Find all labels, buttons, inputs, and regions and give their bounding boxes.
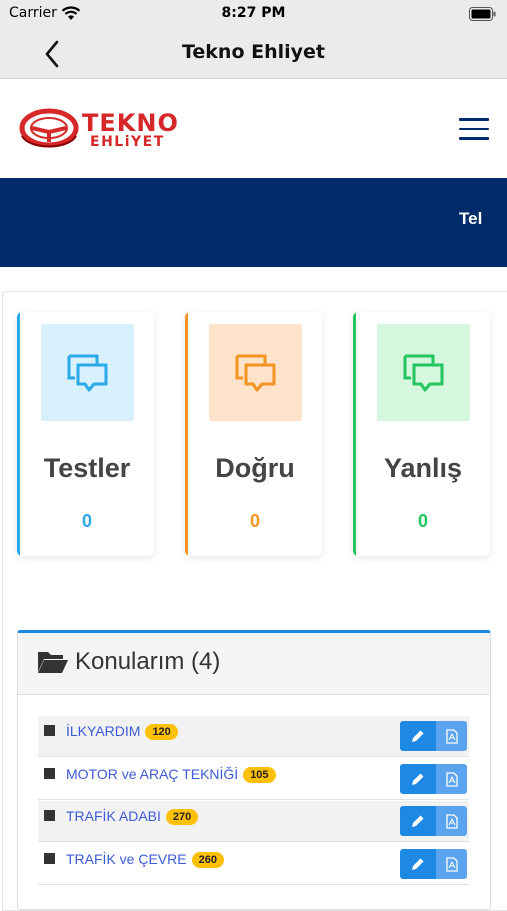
battery-icon <box>469 7 496 21</box>
topic-name[interactable]: TRAFİK ADABI <box>66 808 161 824</box>
banner-text: Tel <box>459 209 483 228</box>
topic-link[interactable]: İLKYARDIM 120 <box>66 723 178 740</box>
stat-label: Doğru <box>215 453 295 483</box>
square-bullet-icon <box>44 853 55 864</box>
topic-count-badge: 270 <box>165 809 199 825</box>
stat-value: 0 <box>81 511 92 531</box>
pdf-button[interactable] <box>436 764 467 794</box>
topic-count-badge: 105 <box>243 767 276 783</box>
hamburger-menu-button[interactable] <box>459 118 489 142</box>
hamburger-icon-line <box>459 127 489 130</box>
status-bar: Carrier 8:27 PM <box>0 0 507 28</box>
stat-icon-box <box>209 324 302 421</box>
pencil-icon <box>412 815 424 827</box>
navigation-bar: Tekno Ehliyet <box>0 28 507 79</box>
topic-count-badge: 120 <box>145 724 178 740</box>
topics-header: Konularım (4) <box>18 633 490 695</box>
edit-button[interactable] <box>400 721 436 751</box>
hamburger-icon-line <box>459 118 489 121</box>
stat-icon-box <box>41 324 134 421</box>
folder-open-icon <box>38 652 68 673</box>
stat-label: Yanlış <box>383 453 463 483</box>
edit-button[interactable] <box>400 806 436 836</box>
hamburger-icon-line <box>459 137 489 140</box>
stat-icon-box <box>377 324 470 421</box>
pdf-file-icon <box>445 813 458 829</box>
pdf-button[interactable] <box>436 721 467 751</box>
square-bullet-icon <box>44 768 55 779</box>
topic-row: MOTOR ve ARAÇ TEKNİĞİ 105 <box>38 759 469 800</box>
topic-link[interactable]: TRAFİK ve ÇEVRE 260 <box>66 851 224 868</box>
hero-banner: Tel <box>0 178 507 267</box>
pdf-file-icon <box>445 771 458 787</box>
tekno-ehliyet-logo[interactable]: TEKNO EHLiYET <box>18 106 198 154</box>
clock: 8:27 PM <box>221 5 286 21</box>
topic-name[interactable]: MOTOR ve ARAÇ TEKNİĞİ <box>66 766 238 782</box>
topics-panel: Konularım (4) İLKYARDIM 120 MOTOR ve ARAÇ… <box>17 630 491 910</box>
pdf-button[interactable] <box>436 806 467 836</box>
topic-row: TRAFİK ve ÇEVRE 260 <box>38 844 469 885</box>
pdf-button[interactable] <box>436 849 467 879</box>
square-bullet-icon <box>44 725 55 736</box>
stat-card-dogru[interactable]: Doğru 0 <box>185 312 322 556</box>
pdf-file-icon <box>445 856 458 872</box>
topic-name[interactable]: İLKYARDIM <box>66 723 140 739</box>
pdf-file-icon <box>445 728 458 744</box>
topic-name[interactable]: TRAFİK ve ÇEVRE <box>66 851 187 867</box>
site-header: TEKNO EHLiYET <box>0 80 507 178</box>
logo-text-tekno: TEKNO <box>82 109 179 137</box>
pencil-icon <box>412 858 424 870</box>
stat-value: 0 <box>249 511 260 531</box>
stat-card-yanlis[interactable]: Yanlış 0 <box>353 312 490 556</box>
square-bullet-icon <box>44 810 55 821</box>
chat-bubbles-icon <box>67 354 107 391</box>
pencil-icon <box>412 730 424 742</box>
topic-link[interactable]: MOTOR ve ARAÇ TEKNİĞİ 105 <box>66 766 276 783</box>
steering-wheel-logo-icon <box>19 108 79 148</box>
topic-row: TRAFİK ADABI 270 <box>38 801 469 842</box>
pencil-icon <box>412 773 424 785</box>
topics-title: Konularım (4) <box>75 648 221 675</box>
chat-bubbles-icon <box>403 354 443 391</box>
logo-text-ehliyet: EHLiYET <box>90 134 165 150</box>
stat-value: 0 <box>417 511 428 531</box>
stat-card-testler[interactable]: Testler 0 <box>17 312 154 556</box>
topic-link[interactable]: TRAFİK ADABI 270 <box>66 808 199 825</box>
edit-button[interactable] <box>400 849 436 879</box>
chat-bubbles-icon <box>235 354 275 391</box>
topic-row: İLKYARDIM 120 <box>38 716 469 757</box>
edit-button[interactable] <box>400 764 436 794</box>
stat-label: Testler <box>43 453 131 483</box>
topic-count-badge: 260 <box>191 852 224 868</box>
nav-title: Tekno Ehliyet <box>181 41 326 63</box>
